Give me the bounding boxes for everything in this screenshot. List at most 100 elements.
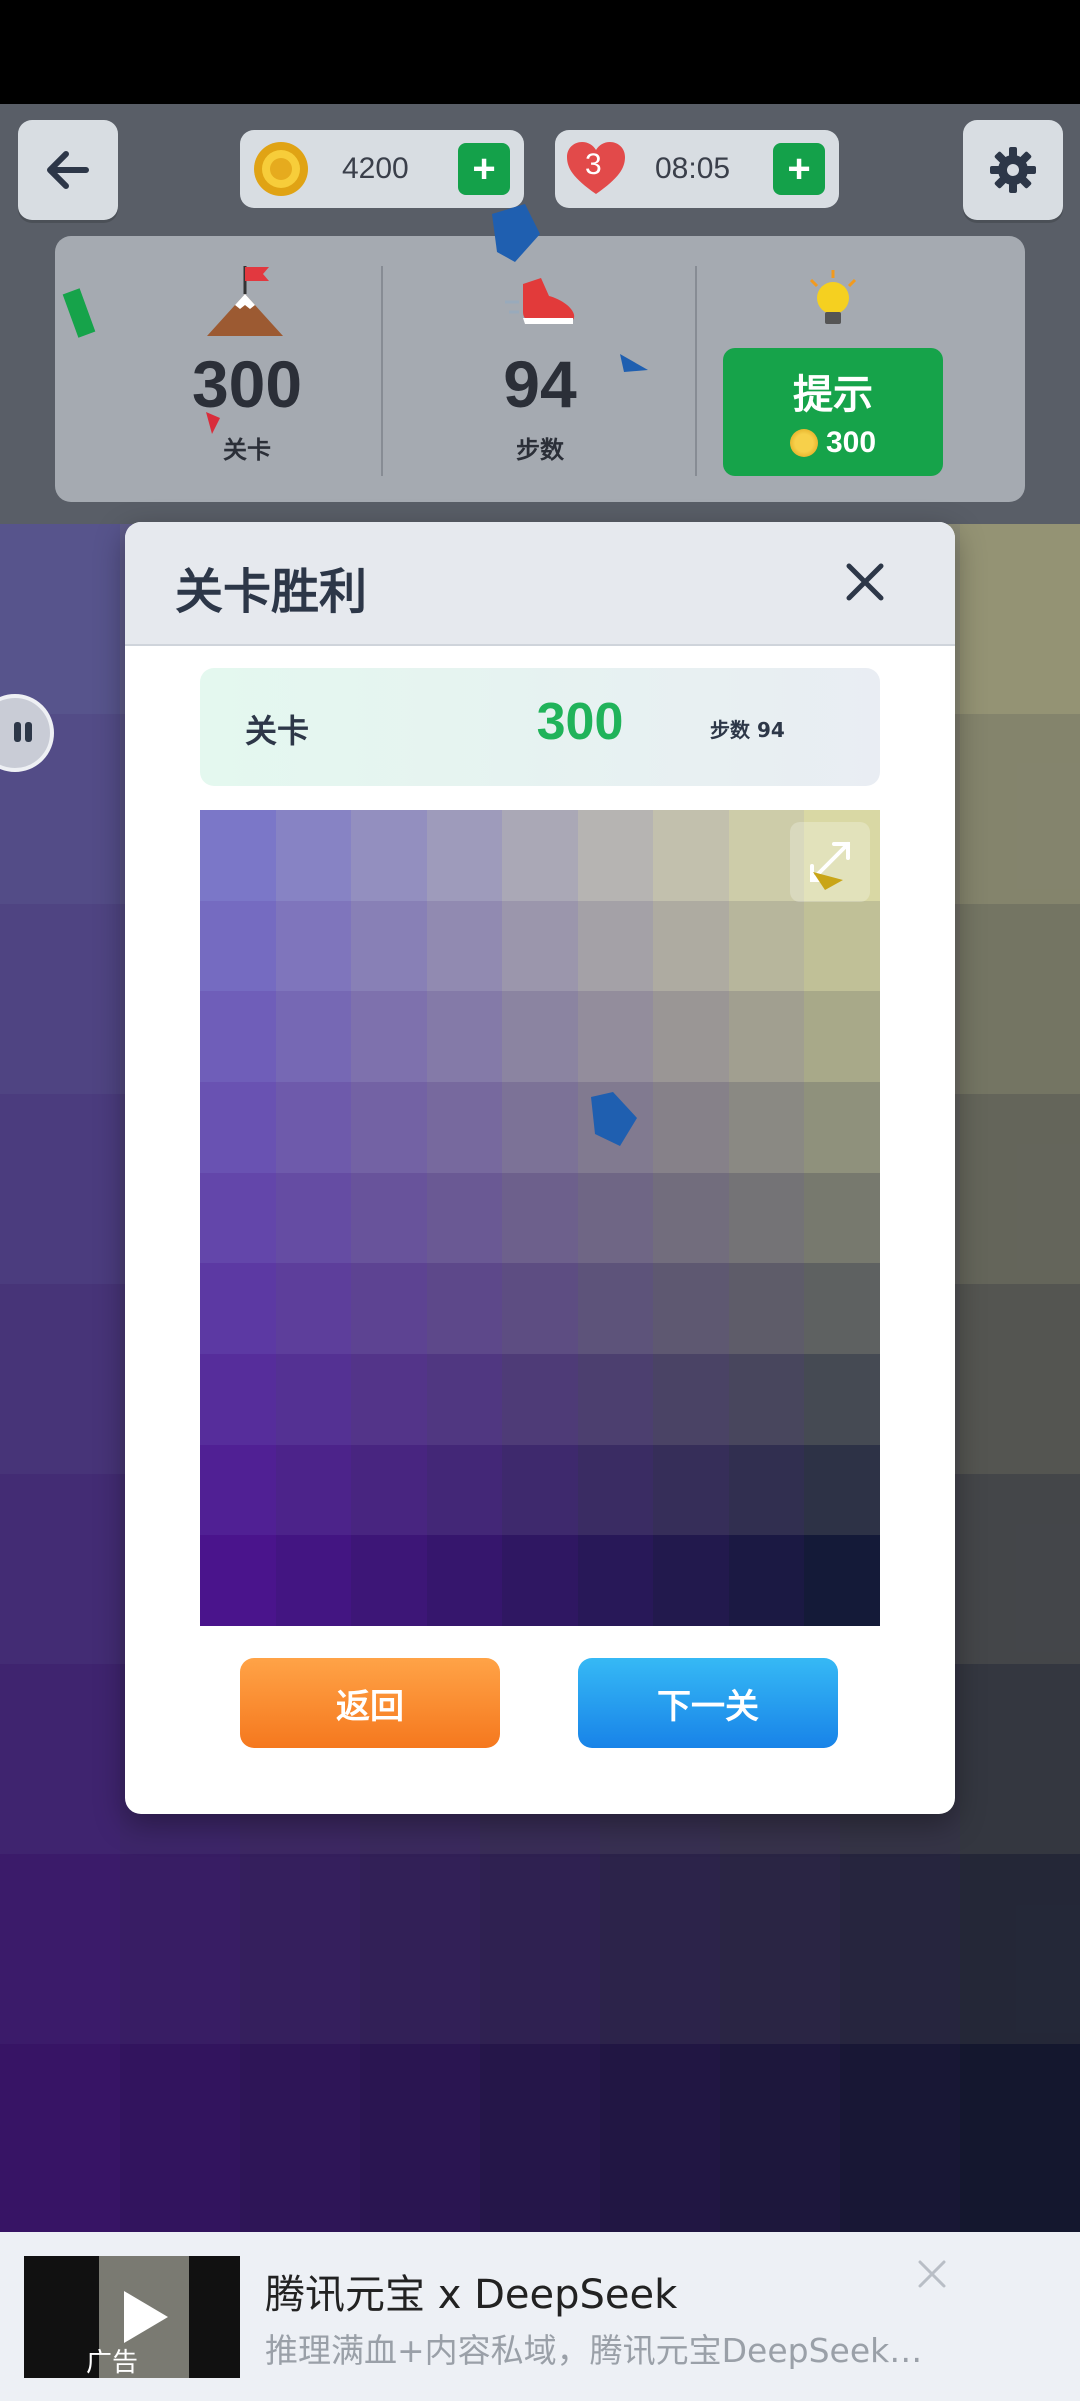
steps-summary: 步数 94 xyxy=(710,718,785,742)
play-icon xyxy=(124,2291,168,2343)
palette-tile xyxy=(653,1172,729,1264)
palette-tile xyxy=(200,1263,276,1354)
palette-tile xyxy=(728,991,805,1082)
palette-tile xyxy=(200,1172,276,1264)
palette-tile xyxy=(351,810,427,901)
palette-tile xyxy=(426,810,503,901)
close-icon[interactable] xyxy=(835,552,895,612)
board-tile xyxy=(600,2044,720,2232)
board-tile xyxy=(960,524,1080,714)
board-tile xyxy=(720,2044,840,2232)
board-tile xyxy=(360,1854,480,2044)
board-tile xyxy=(0,524,120,714)
palette-tile xyxy=(577,1444,654,1536)
palette-tile xyxy=(351,1081,427,1173)
palette-tile xyxy=(200,991,276,1082)
palette-tile xyxy=(200,1081,276,1173)
palette-tile xyxy=(653,1535,729,1626)
pause-icon xyxy=(14,722,32,742)
board-tile xyxy=(0,904,120,1094)
palette-tile xyxy=(577,1172,654,1264)
level-summary-value: 300 xyxy=(536,693,624,751)
board-tile xyxy=(0,1284,120,1474)
palette-tile xyxy=(577,1263,654,1354)
game-area: 4200 + 3 08:05 + 300 关卡 94 步数 提示 300 关卡胜… xyxy=(0,104,1080,2232)
palette-tile xyxy=(275,1081,352,1173)
palette-tile xyxy=(728,1263,805,1354)
color-palette-result xyxy=(200,810,880,1626)
board-tile xyxy=(960,1284,1080,1474)
board-tile xyxy=(600,1854,720,2044)
palette-tile xyxy=(577,1535,654,1626)
board-tile xyxy=(960,2044,1080,2232)
palette-tile xyxy=(351,991,427,1082)
dialog-title: 关卡胜利 xyxy=(175,564,368,620)
palette-tile xyxy=(653,1081,729,1173)
palette-tile xyxy=(351,1172,427,1264)
palette-tile xyxy=(804,1172,880,1264)
palette-tile xyxy=(577,810,654,901)
palette-tile xyxy=(728,1535,805,1626)
palette-tile xyxy=(804,991,880,1082)
board-tile xyxy=(720,1854,840,2044)
board-tile xyxy=(480,1854,600,2044)
close-icon[interactable] xyxy=(912,2254,952,2294)
palette-tile xyxy=(728,1081,805,1173)
palette-tile xyxy=(728,900,805,992)
palette-tile xyxy=(275,810,352,901)
pause-button[interactable] xyxy=(0,694,54,772)
palette-tile xyxy=(426,1535,503,1626)
palette-tile xyxy=(502,1172,578,1264)
ad-tag: 广告 xyxy=(86,2348,139,2378)
palette-tile xyxy=(426,1444,503,1536)
palette-tile xyxy=(200,900,276,992)
next-level-button[interactable]: 下一关 xyxy=(578,1658,838,1748)
palette-tile xyxy=(728,1353,805,1445)
board-tile xyxy=(960,904,1080,1094)
palette-tile xyxy=(351,1263,427,1354)
ad-thumbnail[interactable]: 广告 xyxy=(24,2256,240,2378)
palette-tile xyxy=(804,900,880,992)
palette-tile xyxy=(200,1353,276,1445)
board-tile xyxy=(240,2044,360,2232)
palette-tile xyxy=(426,900,503,992)
expand-button[interactable] xyxy=(790,822,870,902)
palette-tile xyxy=(653,1263,729,1354)
board-tile xyxy=(960,1094,1080,1284)
palette-tile xyxy=(577,1353,654,1445)
palette-tile xyxy=(426,1263,503,1354)
expand-icon xyxy=(810,842,850,882)
palette-tile xyxy=(804,1353,880,1445)
board-tile xyxy=(0,2044,120,2232)
board-tile xyxy=(840,1854,960,2044)
palette-tile xyxy=(275,1172,352,1264)
back-button[interactable]: 返回 xyxy=(240,1658,500,1748)
status-bar xyxy=(0,0,1080,104)
palette-tile xyxy=(275,900,352,992)
palette-tile xyxy=(804,1081,880,1173)
board-tile xyxy=(960,1664,1080,1854)
palette-tile xyxy=(275,1263,352,1354)
victory-dialog: 关卡胜利 关卡 300 步数 94 返回 下一关 xyxy=(125,522,955,1814)
palette-tile xyxy=(200,1444,276,1536)
palette-tile xyxy=(426,1353,503,1445)
palette-tile xyxy=(502,900,578,992)
palette-tile xyxy=(426,991,503,1082)
board-tile xyxy=(480,2044,600,2232)
board-tile xyxy=(840,2044,960,2232)
palette-tile xyxy=(502,991,578,1082)
board-tile xyxy=(0,1664,120,1854)
palette-tile xyxy=(351,900,427,992)
ad-subtitle: 推理满血+内容私域，腾讯元宝DeepSeek… xyxy=(265,2331,923,2370)
board-tile xyxy=(240,1854,360,2044)
level-summary-label: 关卡 xyxy=(245,712,310,750)
board-tile xyxy=(120,2044,240,2232)
palette-tile xyxy=(502,1535,578,1626)
palette-tile xyxy=(351,1353,427,1445)
palette-tile xyxy=(275,1535,352,1626)
palette-tile xyxy=(200,1535,276,1626)
palette-tile xyxy=(275,1353,352,1445)
ad-banner[interactable]: 广告 腾讯元宝 x DeepSeek 推理满血+内容私域，腾讯元宝DeepSee… xyxy=(0,2232,1080,2401)
level-summary: 关卡 300 步数 94 xyxy=(200,668,880,786)
palette-tile xyxy=(804,1535,880,1626)
